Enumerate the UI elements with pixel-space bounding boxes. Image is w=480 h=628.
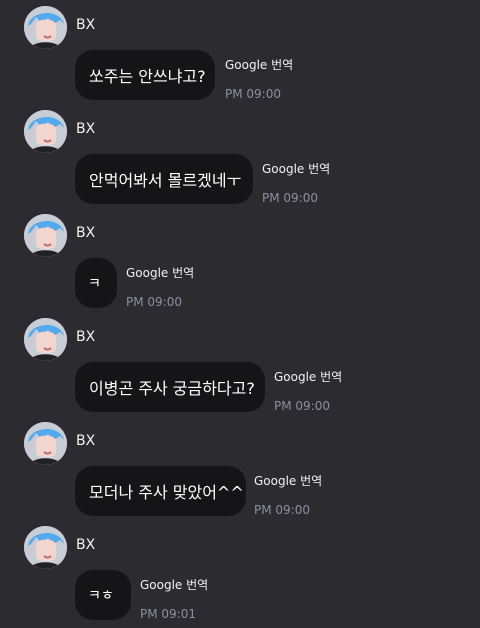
- message-time: PM 09:00: [225, 87, 281, 101]
- chat-message: BX ㅋ Google 번역 PM 09:00: [0, 212, 480, 316]
- message-time: PM 09:00: [274, 399, 330, 413]
- avatar-photo: [24, 6, 67, 49]
- chat-message: BX 이병곤 주사 궁금하다고? Google 번역 PM 09:00: [0, 316, 480, 420]
- message-bubble[interactable]: 이병곤 주사 궁금하다고?: [75, 362, 265, 412]
- avatar[interactable]: [24, 110, 67, 153]
- avatar-photo: [24, 526, 67, 569]
- avatar[interactable]: [24, 6, 67, 49]
- avatar-photo: [24, 110, 67, 153]
- chat-message: BX 안먹어봐서 몰르겠네ㅜ Google 번역 PM 09:00: [0, 108, 480, 212]
- sender-name: BX: [76, 17, 96, 33]
- google-translate-link[interactable]: Google 번역: [126, 265, 194, 281]
- sender-name: BX: [76, 225, 96, 241]
- google-translate-link[interactable]: Google 번역: [254, 473, 322, 489]
- google-translate-link[interactable]: Google 번역: [225, 57, 293, 73]
- avatar[interactable]: [24, 318, 67, 361]
- google-translate-link[interactable]: Google 번역: [274, 369, 342, 385]
- message-time: PM 09:01: [140, 607, 196, 621]
- message-bubble[interactable]: 모더나 주사 맞았어^^: [75, 466, 246, 516]
- google-translate-link[interactable]: Google 번역: [140, 577, 208, 593]
- avatar[interactable]: [24, 526, 67, 569]
- message-bubble[interactable]: ㅋ: [75, 258, 117, 308]
- avatar-photo: [24, 422, 67, 465]
- message-time: PM 09:00: [262, 191, 318, 205]
- google-translate-link[interactable]: Google 번역: [262, 161, 330, 177]
- sender-name: BX: [76, 329, 96, 345]
- sender-name: BX: [76, 433, 96, 449]
- chat-message: BX 쏘주는 안쓰냐고? Google 번역 PM 09:00: [0, 4, 480, 108]
- message-time: PM 09:00: [126, 295, 182, 309]
- avatar[interactable]: [24, 422, 67, 465]
- sender-name: BX: [76, 121, 96, 137]
- message-bubble[interactable]: 쏘주는 안쓰냐고?: [75, 50, 215, 100]
- message-bubble[interactable]: 안먹어봐서 몰르겠네ㅜ: [75, 154, 253, 204]
- sender-name: BX: [76, 537, 96, 553]
- avatar[interactable]: [24, 214, 67, 257]
- message-time: PM 09:00: [254, 503, 310, 517]
- chat-message: BX ㅋㅎ Google 번역 PM 09:01: [0, 524, 480, 628]
- avatar-photo: [24, 318, 67, 361]
- chat-message: BX 모더나 주사 맞았어^^ Google 번역 PM 09:00: [0, 420, 480, 524]
- avatar-photo: [24, 214, 67, 257]
